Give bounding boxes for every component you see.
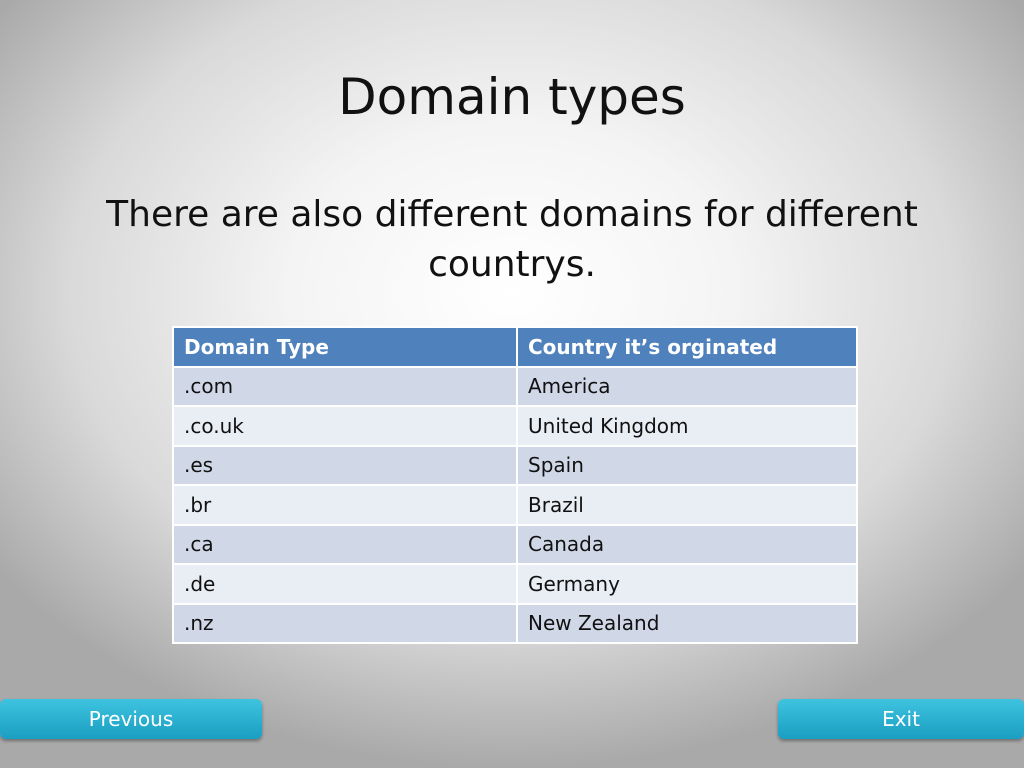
table-row: .co.uk United Kingdom: [172, 405, 858, 447]
table-row: .br Brazil: [172, 484, 858, 526]
cell-country: America: [516, 365, 858, 407]
cell-country: Canada: [516, 523, 858, 565]
cell-domain: .es: [172, 444, 518, 486]
cell-domain: .ca: [172, 523, 518, 565]
cell-domain: .co.uk: [172, 405, 518, 447]
table-row: .nz New Zealand: [172, 602, 858, 644]
slide-title: Domain types: [338, 68, 686, 126]
cell-country: United Kingdom: [516, 405, 858, 447]
domain-table: Domain Type Country it’s orginated .com …: [172, 326, 858, 644]
cell-country: New Zealand: [516, 602, 858, 644]
exit-button[interactable]: Exit: [778, 699, 1024, 739]
slide-subtitle: There are also different domains for dif…: [106, 194, 918, 285]
cell-domain: .com: [172, 365, 518, 407]
header-country: Country it’s orginated: [516, 326, 858, 368]
cell-country: Spain: [516, 444, 858, 486]
table-row: .ca Canada: [172, 523, 858, 565]
cell-country: Brazil: [516, 484, 858, 526]
cell-country: Germany: [516, 563, 858, 605]
cell-domain: .br: [172, 484, 518, 526]
previous-button[interactable]: Previous: [0, 699, 262, 739]
table-header-row: Domain Type Country it’s orginated: [172, 326, 858, 368]
table-row: .com America: [172, 365, 858, 407]
header-domain-type: Domain Type: [172, 326, 518, 368]
table-row: .de Germany: [172, 563, 858, 605]
cell-domain: .de: [172, 563, 518, 605]
cell-domain: .nz: [172, 602, 518, 644]
table-row: .es Spain: [172, 444, 858, 486]
